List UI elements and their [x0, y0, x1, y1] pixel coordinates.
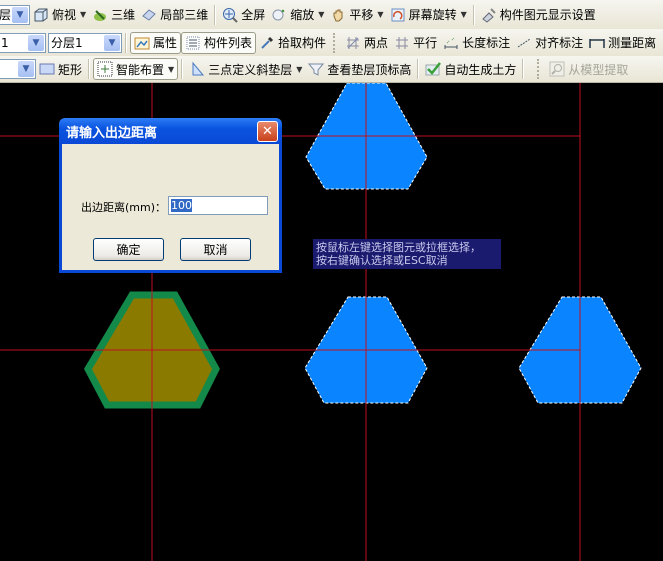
pick-component-button[interactable]: 拾取构件 [256, 32, 329, 54]
pan-button[interactable]: 平移 ▼ [327, 4, 386, 26]
ok-button[interactable]: 确定 [93, 238, 164, 261]
offset-distance-label: 出边距离(mm)： [81, 201, 167, 214]
properties-icon [134, 35, 150, 51]
zoom-button[interactable]: 缩放 ▼ [268, 4, 327, 26]
parallel-button[interactable]: 平行 [391, 32, 440, 54]
dropdown-arrow-icon[interactable]: ▼ [168, 65, 174, 74]
separator [214, 4, 217, 25]
toolbar-grip[interactable] [333, 32, 338, 53]
smart-layout-icon [97, 61, 113, 77]
partial-3d-icon [141, 7, 157, 23]
three-point-slope-button[interactable]: 三点定义斜垫层 ▼ [186, 58, 305, 80]
layer-combo[interactable]: 层 ▼ [0, 4, 30, 25]
sublayer-combo[interactable]: 分层1 ▼ [48, 32, 122, 53]
screen-rotate-button[interactable]: 屏幕旋转 ▼ [387, 4, 470, 26]
length-dimension-button[interactable]: 长度标注 [440, 32, 513, 54]
dropdown-arrow-icon[interactable]: ▼ [377, 10, 383, 19]
zoom-extents-icon [222, 7, 238, 23]
align-dimension-button[interactable]: 对齐标注 [513, 32, 586, 54]
close-icon[interactable]: ✕ [257, 120, 278, 142]
selection-hint-tooltip: 按鼠标左键选择图元或拉框选择， 按右键确认选择或ESC取消 [313, 239, 501, 269]
separator [125, 32, 127, 53]
fullscreen-button[interactable]: 全屏 [219, 4, 268, 26]
dialog-body: 出边距离(mm)： 100 确定 取消 [62, 144, 279, 270]
toolbar-layout: ▼ 矩形 智能布置 ▼ 三点定义斜垫层 ▼ 查看垫层顶标高 自动生成土方 从模型提取 [0, 56, 663, 83]
toolbar-components: 1 ▼ 分层1 ▼ 属性 构件列表 拾取构件 两点 平行 长度标注 对齐标注 测… [0, 29, 663, 57]
element-combo[interactable]: ▼ [0, 59, 36, 79]
rotate-icon [390, 7, 406, 23]
dialog-title: 请输入出边距离 [66, 125, 158, 141]
top-view-button[interactable]: 俯视 ▼ [30, 4, 89, 26]
parallel-axis-icon [394, 35, 410, 51]
offset-distance-input[interactable]: 100 [168, 196, 268, 215]
measure-distance-button[interactable]: 测量距离 [586, 32, 659, 54]
length-dimension-icon [443, 35, 459, 51]
align-dimension-icon [516, 35, 532, 51]
chevron-down-icon[interactable]: ▼ [18, 61, 34, 77]
3d-view-button[interactable]: 三维 [89, 4, 138, 26]
toolbar-view: 层 ▼ 俯视 ▼ 三维 局部三维 全屏 缩放 ▼ 平移 ▼ 屏幕旋转 ▼ 构件图元显示设… [0, 0, 663, 30]
partial-3d-button[interactable]: 局部三维 [138, 4, 211, 26]
properties-button[interactable]: 属性 [130, 31, 182, 54]
dropdown-arrow-icon[interactable]: ▼ [296, 65, 302, 74]
chevron-down-icon[interactable]: ▼ [12, 6, 28, 23]
view-cushion-top-button[interactable]: 查看垫层顶标高 [305, 58, 414, 80]
separator [417, 59, 420, 79]
component-list-button[interactable]: 构件列表 [181, 31, 257, 54]
display-settings-button[interactable]: 构件图元显示设置 [478, 4, 599, 26]
dropdown-arrow-icon[interactable]: ▼ [461, 10, 467, 19]
cube-icon [33, 7, 49, 23]
hand-icon [330, 7, 346, 23]
chevron-down-icon[interactable]: ▼ [104, 34, 120, 51]
two-points-axis-icon [345, 35, 361, 51]
two-points-button[interactable]: 两点 [342, 32, 391, 54]
dialog-titlebar[interactable]: 请输入出边距离 ✕ [59, 118, 282, 144]
offset-distance-dialog: 请输入出边距离 ✕ 出边距离(mm)： 100 确定 取消 [59, 118, 282, 273]
checkmark-icon [425, 61, 442, 77]
separator [472, 4, 475, 25]
floor-combo[interactable]: 1 ▼ [0, 32, 46, 53]
dropdown-arrow-icon[interactable]: ▼ [318, 10, 324, 19]
separator [181, 59, 184, 79]
eyedropper-icon [259, 35, 275, 51]
cancel-button[interactable]: 取消 [180, 238, 251, 261]
filter-icon [308, 61, 325, 77]
toolbar-grip[interactable] [537, 59, 542, 79]
slope-icon [189, 61, 205, 77]
smart-layout-button[interactable]: 智能布置 ▼ [93, 58, 179, 80]
rectangle-icon [39, 61, 55, 77]
3d-icon [92, 7, 108, 23]
extract-icon [549, 61, 565, 77]
display-settings-icon [481, 7, 497, 23]
measure-icon [589, 35, 605, 51]
separator [522, 59, 525, 79]
separator [88, 59, 91, 79]
chevron-down-icon[interactable]: ▼ [28, 34, 44, 51]
dropdown-arrow-icon[interactable]: ▼ [80, 10, 86, 19]
magnifier-icon [271, 7, 287, 23]
extract-from-model-button[interactable]: 从模型提取 [546, 58, 631, 80]
rectangle-button[interactable]: 矩形 [36, 58, 85, 80]
list-icon [185, 35, 201, 51]
auto-earthwork-button[interactable]: 自动生成土方 [422, 58, 519, 80]
